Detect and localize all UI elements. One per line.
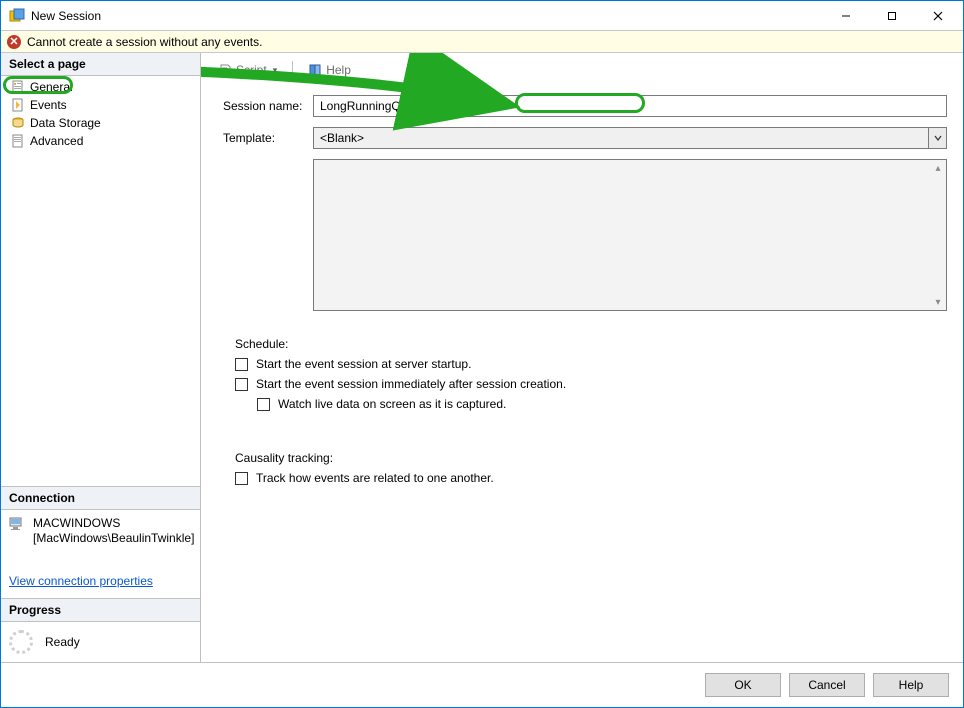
schedule-label: Schedule:: [235, 337, 947, 351]
scroll-down-icon: ▾: [930, 294, 946, 310]
template-label: Template:: [223, 131, 313, 145]
schedule-immediate-row[interactable]: Start the event session immediately afte…: [235, 377, 947, 391]
minimize-button[interactable]: [823, 2, 869, 30]
user-name: [MacWindows\BeaulinTwinkle]: [33, 531, 194, 546]
toolbar: Script ▾ Help: [211, 57, 953, 83]
nav-item-general[interactable]: General: [5, 78, 200, 96]
progress-header: Progress: [1, 599, 200, 622]
general-form: Session name: Template: <Blank> ▴ ▾: [211, 83, 953, 491]
causality-label: Causality tracking:: [235, 451, 947, 465]
session-name-label: Session name:: [223, 99, 313, 113]
nav-pages: General Events Data Storage Advanced: [1, 76, 200, 486]
template-description-box: ▴ ▾: [313, 159, 947, 311]
session-name-row: Session name:: [223, 95, 947, 117]
description-scrollbar[interactable]: ▴ ▾: [930, 160, 946, 310]
nav-item-advanced[interactable]: Advanced: [5, 132, 200, 150]
progress-body: Ready: [1, 622, 200, 662]
close-button[interactable]: [915, 2, 961, 30]
template-select[interactable]: <Blank>: [313, 127, 947, 149]
message-text: Cannot create a session without any even…: [27, 35, 262, 49]
scroll-up-icon: ▴: [930, 160, 946, 176]
progress-section: Progress Ready: [1, 598, 200, 662]
app-icon: [9, 8, 25, 24]
nav-item-events[interactable]: Events: [5, 96, 200, 114]
page-icon: [11, 98, 25, 112]
cancel-button[interactable]: Cancel: [789, 673, 865, 697]
page-icon: [11, 116, 25, 130]
connection-body: MACWINDOWS [MacWindows\BeaulinTwinkle]: [1, 510, 200, 558]
progress-status: Ready: [45, 635, 80, 649]
checkbox-icon: [235, 378, 248, 391]
nav-label: Data Storage: [30, 116, 101, 130]
select-page-header: Select a page: [1, 53, 200, 76]
page-icon: [11, 134, 25, 148]
session-name-input[interactable]: [313, 95, 947, 117]
help-book-icon: [308, 63, 322, 77]
dialog-body: Select a page General Events Data Storag…: [1, 53, 963, 662]
connection-section: Connection MACWINDOWS [MacWindows\Beauli…: [1, 486, 200, 598]
dialog-footer: OK Cancel Help: [1, 662, 963, 707]
template-row: Template: <Blank>: [223, 127, 947, 149]
script-button[interactable]: Script ▾: [211, 60, 284, 80]
message-bar: ✕ Cannot create a session without any ev…: [1, 31, 963, 53]
error-icon: ✕: [7, 35, 21, 49]
help-toolbar-button[interactable]: Help: [301, 60, 358, 80]
checkbox-icon: [257, 398, 270, 411]
server-name: MACWINDOWS: [33, 516, 194, 531]
nav-label: Advanced: [30, 134, 83, 148]
new-session-window: New Session ✕ Cannot create a session wi…: [0, 0, 964, 708]
checkbox-icon: [235, 358, 248, 371]
window-controls: [823, 2, 961, 30]
side-nav: Select a page General Events Data Storag…: [1, 53, 201, 662]
nav-item-data-storage[interactable]: Data Storage: [5, 114, 200, 132]
toolbar-separator: [292, 61, 293, 79]
script-icon: [218, 63, 232, 77]
schedule-watchlive-label: Watch live data on screen as it is captu…: [278, 397, 506, 411]
server-icon: [9, 516, 27, 532]
causality-track-label: Track how events are related to one anot…: [256, 471, 494, 485]
script-label: Script: [236, 63, 267, 77]
main-panel: Script ▾ Help Session name: Template:: [201, 53, 963, 662]
window-title: New Session: [31, 9, 823, 23]
ok-button[interactable]: OK: [705, 673, 781, 697]
help-label: Help: [326, 63, 351, 77]
connection-text: MACWINDOWS [MacWindows\BeaulinTwinkle]: [33, 516, 194, 546]
schedule-watchlive-row[interactable]: Watch live data on screen as it is captu…: [257, 397, 947, 411]
schedule-startup-row[interactable]: Start the event session at server startu…: [235, 357, 947, 371]
connection-header: Connection: [1, 487, 200, 510]
page-icon: [11, 80, 25, 94]
causality-track-row[interactable]: Track how events are related to one anot…: [235, 471, 947, 485]
schedule-startup-label: Start the event session at server startu…: [256, 357, 471, 371]
schedule-immediate-label: Start the event session immediately afte…: [256, 377, 566, 391]
chevron-down-icon: [928, 128, 946, 148]
nav-label: General: [30, 80, 73, 94]
titlebar: New Session: [1, 1, 963, 31]
nav-label: Events: [30, 98, 67, 112]
checkbox-icon: [235, 472, 248, 485]
view-connection-properties-link[interactable]: View connection properties: [9, 574, 153, 588]
maximize-button[interactable]: [869, 2, 915, 30]
progress-spinner-icon: [9, 630, 33, 654]
help-button[interactable]: Help: [873, 673, 949, 697]
template-value: <Blank>: [314, 128, 928, 148]
chevron-down-icon: ▾: [273, 65, 278, 76]
